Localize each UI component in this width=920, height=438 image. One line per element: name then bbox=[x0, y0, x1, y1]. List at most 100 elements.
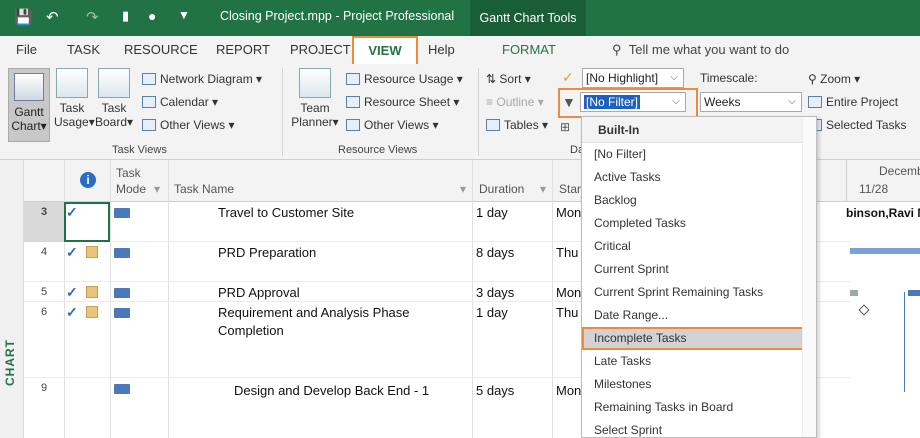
timescale-month: Decemb bbox=[879, 164, 920, 178]
complete-check-icon: ✓ bbox=[66, 244, 78, 260]
gantt-bar[interactable] bbox=[850, 290, 858, 296]
complete-check-icon: ✓ bbox=[66, 284, 78, 300]
resource-usage-button[interactable]: Resource Usage ▾ bbox=[346, 70, 463, 88]
dropdown-scrollbar[interactable] bbox=[802, 117, 816, 437]
duration-header[interactable]: Duration bbox=[479, 182, 524, 196]
other-views-task-button[interactable]: Other Views ▾ bbox=[142, 116, 235, 134]
outline-label: Outline bbox=[496, 95, 535, 109]
gantt-bar[interactable] bbox=[850, 248, 920, 254]
filter-option-completed-tasks[interactable]: Completed Tasks bbox=[582, 212, 816, 235]
filter-option-critical[interactable]: Critical bbox=[582, 235, 816, 258]
filter-option-date-range[interactable]: Date Range... bbox=[582, 304, 816, 327]
filter-option-current-sprint[interactable]: Current Sprint bbox=[582, 258, 816, 281]
task-name-line-1: Requirement and Analysis Phase bbox=[218, 305, 410, 320]
task-mode-header-1[interactable]: Task bbox=[116, 166, 141, 180]
duration-cell[interactable]: 1 day bbox=[476, 205, 508, 220]
note-icon bbox=[86, 306, 98, 318]
row-id: 5 bbox=[40, 286, 48, 298]
timescale-select[interactable]: Weeks ⌵ bbox=[700, 92, 802, 112]
filter-option-late-tasks[interactable]: Late Tasks bbox=[582, 350, 816, 373]
dropdown-section-header: Built-In bbox=[582, 117, 816, 143]
duration-cell[interactable]: 5 days bbox=[476, 383, 514, 398]
task-name-header[interactable]: Task Name bbox=[174, 182, 234, 196]
tab-help[interactable]: Help bbox=[428, 42, 455, 57]
filter-dropdown[interactable]: Built-In [No Filter] Active Tasks Backlo… bbox=[581, 116, 817, 438]
task-views-group-label: Task Views bbox=[112, 144, 167, 156]
gantt-chart-icon bbox=[14, 73, 44, 101]
task-name-cell[interactable]: Requirement and Analysis Phase Completion bbox=[218, 304, 410, 340]
start-cell[interactable]: Mon bbox=[556, 383, 581, 398]
start-cell[interactable]: Mon bbox=[556, 205, 581, 220]
tell-me-text: Tell me what you want to do bbox=[628, 42, 790, 57]
gantt-chart-area[interactable]: Decemb 11/28 binson,Ravi M, bbox=[846, 160, 920, 438]
zoom-button[interactable]: ⚲ Zoom ▾ bbox=[808, 70, 860, 88]
info-icon[interactable]: i bbox=[80, 172, 96, 188]
highlight-select[interactable]: [No Highlight] ⌵ bbox=[582, 68, 684, 88]
task-board-icon bbox=[98, 68, 130, 98]
filter-option-incomplete-tasks[interactable]: Incomplete Tasks bbox=[582, 327, 816, 350]
resource-views-group-label: Resource Views bbox=[338, 144, 418, 156]
duration-cell[interactable]: 8 days bbox=[476, 245, 514, 260]
zoom-label: Zoom bbox=[820, 72, 851, 86]
filter-option-active-tasks[interactable]: Active Tasks bbox=[582, 166, 816, 189]
filter-option-milestones[interactable]: Milestones bbox=[582, 373, 816, 396]
team-planner-button[interactable]: Team Planner▾ bbox=[290, 68, 340, 129]
task-board-button[interactable]: Task Board▾ bbox=[94, 68, 134, 129]
tab-task[interactable]: TASK bbox=[67, 42, 100, 57]
filter-option-remaining-tasks-in-board[interactable]: Remaining Tasks in Board bbox=[582, 396, 816, 419]
filter-select[interactable]: [No Filter] ⌵ bbox=[580, 92, 686, 112]
undo-icon[interactable]: ↶ bbox=[46, 8, 59, 26]
duration-cell[interactable]: 3 days bbox=[476, 285, 514, 300]
other-views-resource-button[interactable]: Other Views ▾ bbox=[346, 116, 439, 134]
resource-sheet-button[interactable]: Resource Sheet ▾ bbox=[346, 93, 459, 111]
chevron-down-icon[interactable]: ▾ bbox=[540, 182, 546, 196]
gantt-bar[interactable] bbox=[908, 290, 920, 296]
redo-icon[interactable]: ↷ bbox=[86, 8, 99, 26]
complete-check-icon: ✓ bbox=[66, 304, 78, 320]
team-planner-label-2: Planner bbox=[291, 115, 333, 129]
task-name-cell[interactable]: PRD Approval bbox=[218, 284, 300, 302]
task-name-cell[interactable]: Design and Develop Back End - 1 bbox=[234, 382, 429, 400]
tab-report[interactable]: REPORT bbox=[216, 42, 270, 57]
filter-option-select-sprint[interactable]: Select Sprint bbox=[582, 419, 816, 438]
task-name-cell[interactable]: Travel to Customer Site bbox=[218, 204, 354, 222]
filter-option-backlog[interactable]: Backlog bbox=[582, 189, 816, 212]
network-diagram-button[interactable]: Network Diagram ▾ bbox=[142, 70, 262, 88]
tables-button[interactable]: Tables ▾ bbox=[486, 116, 548, 134]
customize-toolbar-icon[interactable]: ▼ bbox=[178, 8, 190, 22]
tab-project[interactable]: PROJECT bbox=[290, 42, 351, 57]
filter-option-current-sprint-remaining[interactable]: Current Sprint Remaining Tasks bbox=[582, 281, 816, 304]
sort-button[interactable]: ⇅ Sort ▾ bbox=[486, 70, 531, 88]
duration-cell[interactable]: 1 day bbox=[476, 305, 508, 320]
tab-view[interactable]: VIEW bbox=[352, 36, 418, 66]
chevron-down-icon[interactable]: ▾ bbox=[460, 182, 466, 196]
tell-me-box[interactable]: ⚲ Tell me what you want to do bbox=[612, 42, 789, 58]
tab-resource[interactable]: RESOURCE bbox=[124, 42, 198, 57]
entire-project-button[interactable]: Entire Project bbox=[808, 93, 898, 111]
start-header[interactable]: Star bbox=[559, 182, 581, 196]
save-icon[interactable]: 💾 bbox=[14, 8, 33, 26]
start-cell[interactable]: Thu bbox=[556, 305, 578, 320]
gantt-chart-button[interactable]: Gantt Chart▾ bbox=[8, 68, 50, 142]
task-usage-label-2: Usage bbox=[54, 115, 89, 129]
start-cell[interactable]: Mon bbox=[556, 285, 581, 300]
task-board-label-2: Board bbox=[94, 115, 127, 129]
tab-format[interactable]: FORMAT bbox=[502, 42, 556, 57]
touch-mode-icon[interactable]: ▮ bbox=[122, 8, 129, 24]
start-cell[interactable]: Thu bbox=[556, 245, 578, 260]
chevron-down-icon[interactable]: ▾ bbox=[154, 182, 160, 196]
accessibility-icon[interactable]: ● bbox=[148, 8, 156, 24]
task-usage-button[interactable]: Task Usage▾ bbox=[54, 68, 95, 129]
selected-tasks-button[interactable]: Selected Tasks bbox=[808, 116, 907, 134]
calendar-button[interactable]: Calendar ▾ bbox=[142, 93, 218, 111]
gantt-label-1: Gantt bbox=[14, 105, 44, 119]
outline-button[interactable]: ≡ Outline ▾ bbox=[486, 93, 544, 111]
task-name-cell[interactable]: PRD Preparation bbox=[218, 244, 316, 262]
calendar-icon bbox=[142, 96, 156, 108]
entire-project-icon bbox=[808, 96, 822, 108]
tab-file[interactable]: File bbox=[16, 42, 37, 57]
milestone-icon[interactable] bbox=[858, 304, 870, 316]
filter-value: [No Filter] bbox=[584, 95, 641, 109]
task-mode-header-2[interactable]: Mode bbox=[116, 182, 146, 196]
filter-option-no-filter[interactable]: [No Filter] bbox=[582, 143, 816, 166]
